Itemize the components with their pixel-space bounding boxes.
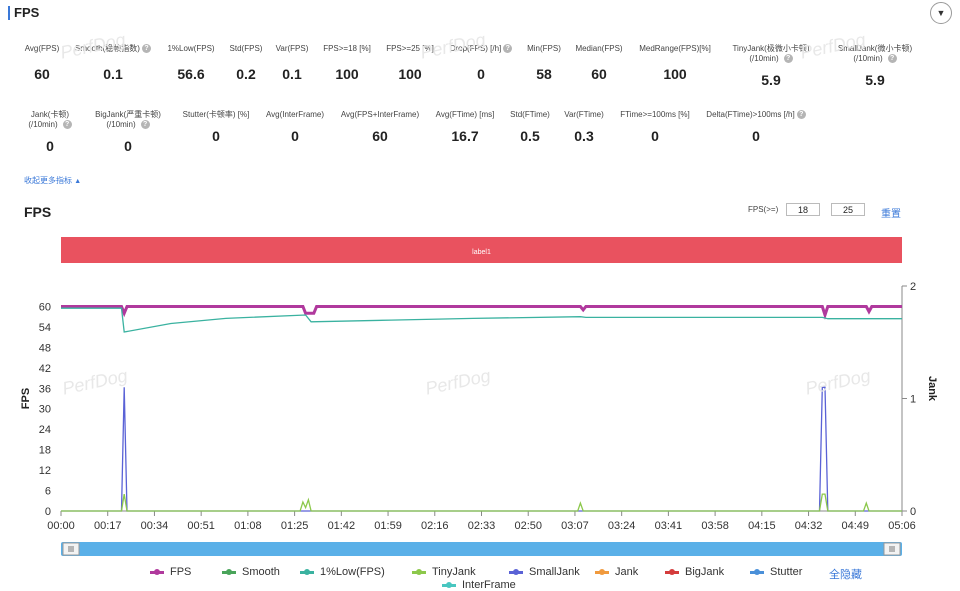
x-tick-label: 01:42 [328,520,356,532]
y-left-tick-label: 24 [39,424,51,436]
y-left-tick-label: 48 [39,342,51,354]
legend-item-interframe[interactable]: InterFrame [442,579,516,591]
y-left-tick-label: 36 [39,383,51,395]
x-tick-label: 00:34 [141,520,169,532]
label-band-text: label1 [472,249,491,256]
x-tick-label: 03:58 [701,520,729,532]
metric-value: 5.9 [761,72,781,88]
x-tick-label: 03:24 [608,520,636,532]
chart-title: FPS [24,204,52,220]
x-tick-label: 03:41 [655,520,683,532]
legend-item-smalljank[interactable]: SmallJank [509,566,580,578]
x-tick-label: 02:16 [421,520,449,532]
legend-label: InterFrame [462,579,516,591]
x-tick-label: 04:49 [842,520,870,532]
metric-value: 0 [752,128,760,144]
legend-swatch [750,568,764,575]
y-right-axis-title: Jank [926,376,938,402]
series-line-fps [61,305,902,320]
legend-label: Smooth [242,566,280,578]
x-tick-label: 01:08 [234,520,262,532]
section-accent-bar [8,6,10,20]
series-line-tinyjank [61,493,902,512]
chevron-down-icon: ▼ [936,8,946,18]
legend-label: TinyJank [432,566,476,578]
legend-label: Stutter [770,566,803,578]
time-range-slider[interactable] [61,542,902,556]
legend-swatch [595,568,609,575]
legend-item-jank[interactable]: Jank [595,566,638,578]
legend-swatch [665,568,679,575]
fps-threshold-input-2[interactable]: 25 [831,203,865,216]
x-tick-label: 00:00 [47,520,75,532]
y-left-tick-label: 60 [39,301,51,313]
chart-legend: FPS Smooth 1%Low(FPS) TinyJank SmallJank Jank… [0,566,960,591]
y-left-tick-label: 0 [45,506,51,518]
legend-label: 1%Low(FPS) [320,566,385,578]
metric-value: 5.9 [865,72,885,88]
legend-label: BigJank [685,566,725,578]
x-tick-label: 02:33 [468,520,496,532]
legend-swatch [442,581,456,588]
legend-item-stutter[interactable]: Stutter [750,566,802,578]
legend-swatch [509,568,523,575]
legend-swatch [150,568,164,575]
y-left-tick-label: 42 [39,363,51,375]
help-icon[interactable]: ? [140,120,150,130]
metric-unit: (/10min) [28,120,58,129]
legend-label: SmallJank [529,566,580,578]
y-left-tick-label: 18 [39,445,51,457]
help-icon[interactable]: ? [887,54,897,64]
metric-unit: (/10min) [749,54,779,63]
fps-threshold-label: FPS(>=) [748,205,779,214]
metric-unit: (/10min) [853,54,883,63]
x-tick-label: 05:06 [888,520,916,532]
collapse-more-metrics-link[interactable]: 收起更多指标 ▲ [24,175,81,186]
x-tick-label: 00:17 [94,520,122,532]
section-header: FPS ▼ [0,0,960,26]
legend-item-fps[interactable]: FPS [150,566,191,578]
metric-unit: (/10min) [106,120,136,129]
y-right-tick-label: 1 [910,394,916,406]
reset-button[interactable]: 重置 [881,205,901,220]
legend-swatch [222,568,236,575]
fps-threshold-input-1[interactable]: 18 [786,203,820,216]
legend-label: FPS [170,566,192,578]
legend-item-smooth[interactable]: Smooth [222,566,280,578]
metric-label: Delta(FTime)>100ms [/h]? [696,110,816,120]
collapse-button[interactable]: ▼ [930,2,952,24]
legend-swatch [300,568,314,575]
y-left-tick-label: 54 [39,322,51,334]
hide-all-button[interactable]: 全隐藏 [829,566,862,582]
collapse-more-metrics-label: 收起更多指标 [24,176,72,185]
legend-item-1-low-fps-[interactable]: 1%Low(FPS) [300,566,385,578]
legend-item-bigjank[interactable]: BigJank [665,566,724,578]
y-left-tick-label: 12 [39,465,51,477]
x-tick-label: 04:32 [795,520,823,532]
y-left-tick-label: 6 [45,486,51,498]
y-right-tick-label: 2 [910,281,916,293]
help-icon[interactable]: ? [783,54,793,64]
x-tick-label: 01:59 [374,520,402,532]
series-line-smalljank [61,386,902,512]
y-left-axis-title: FPS [20,388,32,409]
y-left-tick-label: 30 [39,404,51,416]
x-tick-label: 04:15 [748,520,776,532]
legend-label: Jank [615,566,639,578]
section-title: FPS [14,5,40,20]
metric-metrics_row2-9: Delta(FTime)>100ms [/h]? 0 [696,110,816,144]
x-tick-label: 03:07 [561,520,589,532]
x-tick-label: 02:50 [514,520,542,532]
fps-chart: label10612182430364248546001200:00 00:17 0… [20,237,938,556]
help-icon[interactable]: ? [796,110,806,120]
y-right-tick-label: 0 [910,506,916,518]
caret-up-icon: ▲ [74,178,82,185]
legend-swatch [412,568,426,575]
x-tick-label: 01:25 [281,520,309,532]
series-line-1-low-fps- [61,307,902,333]
x-tick-label: 00:51 [187,520,215,532]
legend-item-tinyjank[interactable]: TinyJank [412,566,476,578]
